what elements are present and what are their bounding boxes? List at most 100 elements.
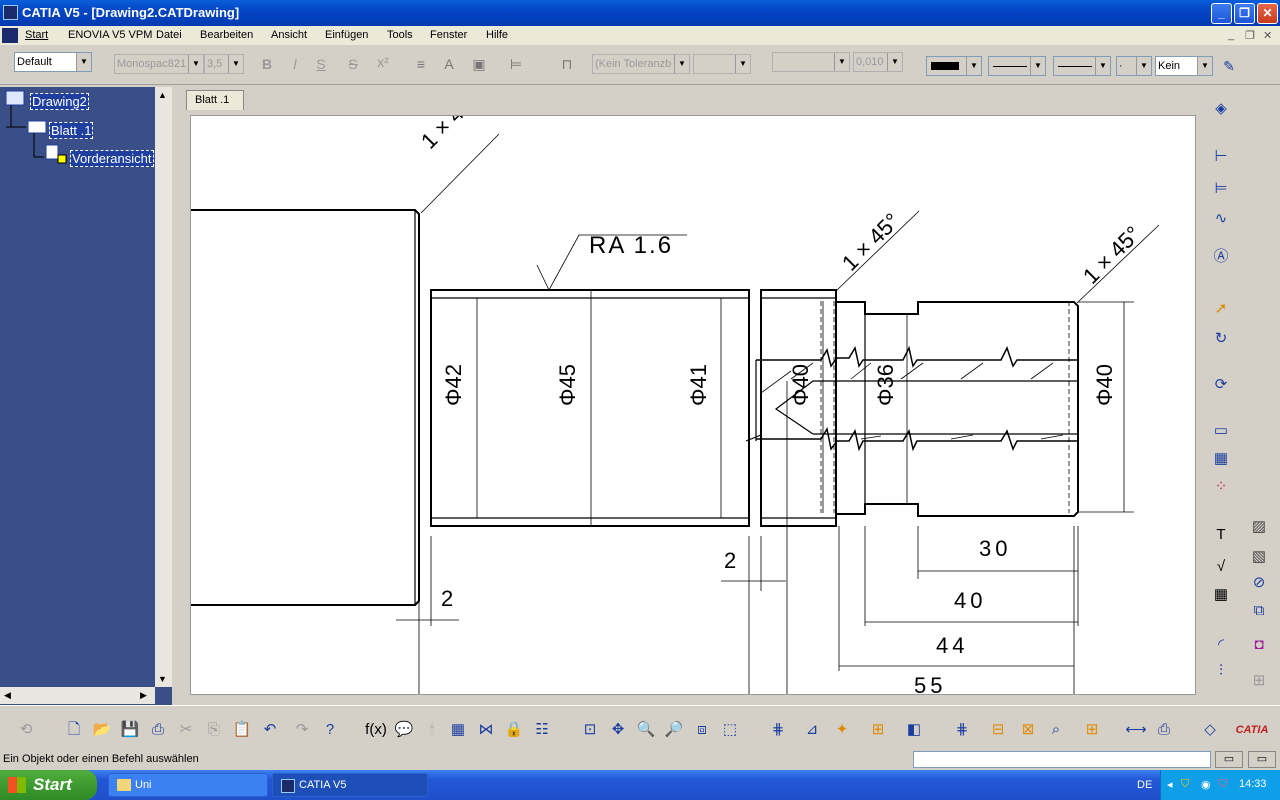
- pattern-select[interactable]: Kein ▼: [1155, 56, 1213, 76]
- language-indicator[interactable]: DE: [1137, 779, 1152, 791]
- tree-node-drawing[interactable]: Drawing2: [30, 93, 89, 110]
- doc-close-icon[interactable]: ✕: [1263, 29, 1272, 42]
- sheet-icon[interactable]: ◇: [1198, 718, 1222, 742]
- underline-icon[interactable]: S: [310, 53, 332, 75]
- comment-icon[interactable]: 💬: [392, 718, 416, 742]
- graph-icon[interactable]: ⋈: [474, 718, 498, 742]
- frame-icon[interactable]: ▣: [468, 53, 490, 75]
- grid-icon[interactable]: ⋕: [766, 718, 790, 742]
- scroll-up-icon[interactable]: ▲: [158, 90, 167, 100]
- align-icon[interactable]: ≡: [410, 53, 432, 75]
- numeric-format-select[interactable]: ▼: [772, 52, 850, 72]
- font-size-select[interactable]: 3,5 ▼: [204, 54, 244, 74]
- menu-start[interactable]: Start: [25, 29, 48, 41]
- tree-horizontal-scrollbar[interactable]: ◀ ▶: [0, 687, 155, 704]
- analysis-icon[interactable]: ✦: [830, 718, 854, 742]
- curve-dimension-icon[interactable]: ∿: [1209, 207, 1233, 231]
- arc-icon[interactable]: ◜: [1209, 633, 1233, 657]
- text-tool-icon[interactable]: T: [1209, 523, 1233, 547]
- cut-icon[interactable]: ✂: [174, 718, 198, 742]
- diameter-label-45[interactable]: Φ45: [555, 364, 581, 406]
- bold-icon[interactable]: B: [256, 53, 278, 75]
- chained-dimension-icon[interactable]: ⊨: [1209, 177, 1233, 201]
- command-clear-icon[interactable]: ▭: [1248, 751, 1276, 768]
- tree-vertical-scrollbar[interactable]: ▲ ▼: [155, 87, 172, 687]
- copy-icon[interactable]: ⎘: [202, 718, 226, 742]
- filter-icon[interactable]: ◧: [902, 718, 926, 742]
- list-icon[interactable]: ☷: [530, 718, 554, 742]
- scroll-right-icon[interactable]: ▶: [140, 690, 147, 701]
- pattern-icon[interactable]: ▧: [1247, 545, 1271, 569]
- command-stop-icon[interactable]: ▭: [1215, 751, 1243, 768]
- menu-enovia[interactable]: ENOVIA V5 VPM: [68, 29, 152, 41]
- text-annotation-icon[interactable]: Ⓐ: [1209, 245, 1233, 269]
- roughness-label[interactable]: RA 1.6: [589, 232, 673, 260]
- menu-tools[interactable]: Tools: [387, 29, 413, 41]
- menu-hilfe[interactable]: Hilfe: [486, 29, 508, 41]
- print-icon[interactable]: ⎙: [146, 718, 170, 742]
- taskbar-item-catia[interactable]: CATIA V5: [272, 773, 428, 797]
- italic-icon[interactable]: I: [284, 53, 306, 75]
- security-shield-icon[interactable]: ⛉: [1181, 778, 1189, 791]
- tray-arrow-icon[interactable]: ◂: [1167, 778, 1173, 791]
- diameter-label-42[interactable]: Φ42: [441, 364, 467, 406]
- points-icon[interactable]: ⁘: [1209, 475, 1233, 499]
- new-view-icon[interactable]: ◈: [1209, 97, 1233, 121]
- font-select[interactable]: Monospac821 ▼: [114, 54, 204, 74]
- command-input[interactable]: [913, 751, 1211, 768]
- light-icon[interactable]: 🕯: [420, 718, 444, 742]
- view-from-3d-icon[interactable]: ⊟: [986, 718, 1010, 742]
- rotate-icon[interactable]: ↻: [1209, 327, 1233, 351]
- point-style-select[interactable]: · ▼: [1116, 56, 1152, 76]
- linetype-select[interactable]: ▼: [988, 56, 1046, 76]
- detail-view-icon[interactable]: ⊠: [1016, 718, 1040, 742]
- fit-all-icon[interactable]: ⊡: [578, 718, 602, 742]
- taskbar-item-uni[interactable]: Uni: [108, 773, 268, 797]
- lineweight-select[interactable]: ▼: [1053, 56, 1111, 76]
- balloon-icon[interactable]: ◘: [1247, 633, 1271, 657]
- sheet-tab[interactable]: Blatt .1: [186, 90, 244, 110]
- network-icon[interactable]: ◉: [1201, 778, 1211, 791]
- grid-view-icon[interactable]: ▦: [1209, 447, 1233, 471]
- restore-button[interactable]: ❐: [1234, 3, 1255, 24]
- paste-icon[interactable]: 📋: [230, 718, 254, 742]
- doc-restore-icon[interactable]: ❐: [1245, 29, 1255, 42]
- redo-icon[interactable]: ↷: [290, 718, 314, 742]
- color-select[interactable]: ▼: [926, 56, 982, 76]
- plot-icon[interactable]: ⎙: [1152, 718, 1176, 742]
- tolerance-icon[interactable]: ⊓: [556, 53, 578, 75]
- text-anchor-icon[interactable]: A: [438, 53, 460, 75]
- fit-sheet-icon[interactable]: ⬚: [718, 718, 742, 742]
- hatch-icon[interactable]: ▨: [1247, 515, 1271, 539]
- length-label-30[interactable]: 30: [979, 536, 1011, 562]
- length-label-44[interactable]: 44: [936, 633, 968, 659]
- precision-select[interactable]: 0,010 ▼: [853, 52, 903, 72]
- update-icon[interactable]: ⟳: [1209, 373, 1233, 397]
- superscript-icon[interactable]: x²: [372, 51, 394, 73]
- close-button[interactable]: ✕: [1257, 3, 1278, 24]
- dimension-icon[interactable]: ⊢: [1209, 145, 1233, 169]
- length-label-55[interactable]: 55: [914, 673, 946, 694]
- zoom-area-icon[interactable]: ⧈: [690, 718, 714, 742]
- lock-icon[interactable]: 🔒: [502, 718, 526, 742]
- start-button[interactable]: Start: [0, 770, 97, 800]
- roughness-symbol-icon[interactable]: √: [1209, 555, 1233, 579]
- axis-icon[interactable]: ⫶: [1209, 659, 1233, 683]
- new-file-icon[interactable]: 🗋: [62, 718, 86, 742]
- scroll-down-icon[interactable]: ▼: [158, 674, 167, 684]
- select-arrow-icon[interactable]: ➚: [1209, 297, 1233, 321]
- scroll-left-icon[interactable]: ◀: [4, 690, 11, 701]
- style-select[interactable]: Default ▼: [14, 52, 92, 72]
- menu-ansicht[interactable]: Ansicht: [271, 29, 307, 41]
- doc-minimize-icon[interactable]: _: [1228, 29, 1234, 41]
- diameter-label-40-inner[interactable]: Φ40: [788, 364, 814, 406]
- length-label-40[interactable]: 40: [954, 588, 986, 614]
- drawing-sheet[interactable]: 1 × 45° 1 × 45° 1 × 45° RA 1.6 Φ42 Φ45 Φ…: [190, 115, 1196, 695]
- pan-icon[interactable]: ✥: [606, 718, 630, 742]
- diameter-label-40-outer[interactable]: Φ40: [1092, 364, 1118, 406]
- table-icon[interactable]: ▦: [1209, 583, 1233, 607]
- geometry-icon[interactable]: ⊘: [1247, 571, 1271, 595]
- rectangle-icon[interactable]: ▭: [1209, 419, 1233, 443]
- menu-datei[interactable]: Datei: [156, 29, 182, 41]
- snap-grid-icon[interactable]: ⋕: [950, 718, 974, 742]
